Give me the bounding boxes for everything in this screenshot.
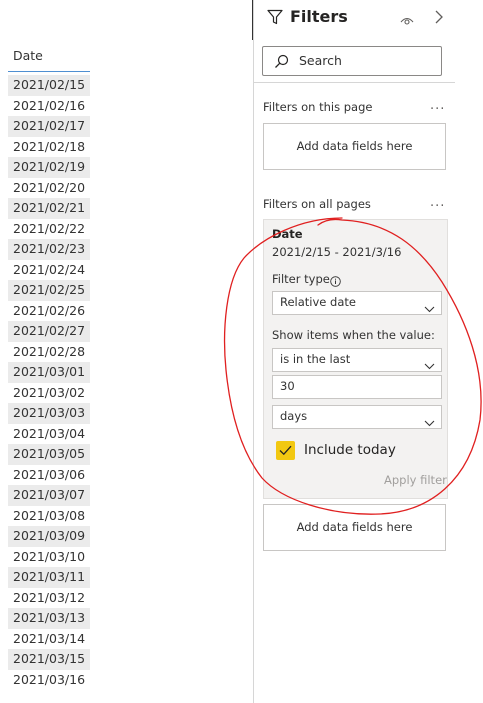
- table-row[interactable]: 2021/02/22: [8, 219, 90, 240]
- include-today-label[interactable]: Include today: [304, 442, 396, 458]
- table-row[interactable]: 2021/03/06: [8, 465, 90, 486]
- table-row[interactable]: 2021/02/17: [8, 116, 90, 137]
- table-row[interactable]: 2021/03/10: [8, 547, 90, 568]
- unit-value: days: [280, 409, 308, 423]
- filter-type-label: Filter type: [272, 272, 330, 286]
- apply-filter-button[interactable]: Apply filter: [384, 473, 447, 487]
- condition-dropdown[interactable]: is in the last: [272, 348, 442, 372]
- pane-separator: [254, 82, 455, 83]
- table-row[interactable]: 2021/03/16: [8, 670, 90, 691]
- table-row[interactable]: 2021/02/21: [8, 198, 90, 219]
- collapse-pane-icon[interactable]: [434, 9, 444, 29]
- condition-value: is in the last: [280, 352, 351, 366]
- more-options-all-pages[interactable]: ...: [430, 195, 445, 210]
- table-row[interactable]: 2021/03/15: [8, 649, 90, 670]
- search-input[interactable]: [299, 53, 429, 68]
- include-today-checkbox[interactable]: [276, 441, 295, 460]
- table-row[interactable]: 2021/03/04: [8, 424, 90, 445]
- table-row[interactable]: 2021/03/14: [8, 629, 90, 650]
- table-row[interactable]: 2021/03/11: [8, 567, 90, 588]
- filters-pane-header: Filters: [254, 0, 455, 36]
- table-row[interactable]: 2021/02/18: [8, 137, 90, 158]
- drop-zone-this-page[interactable]: Add data fields here: [263, 123, 446, 170]
- unit-dropdown[interactable]: days: [272, 405, 442, 429]
- search-icon: [274, 54, 289, 73]
- chevron-down-icon: [424, 298, 435, 317]
- table-row[interactable]: 2021/03/01: [8, 362, 90, 383]
- column-header-date[interactable]: Date: [13, 48, 43, 63]
- pane-title: Filters: [290, 7, 348, 26]
- table-row[interactable]: 2021/02/23: [8, 239, 90, 260]
- amount-input[interactable]: [280, 379, 430, 393]
- table-row[interactable]: 2021/02/27: [8, 321, 90, 342]
- table-row[interactable]: 2021/03/03: [8, 403, 90, 424]
- checkmark-icon: [279, 445, 292, 456]
- table-row[interactable]: 2021/03/09: [8, 526, 90, 547]
- table-row[interactable]: 2021/03/07: [8, 485, 90, 506]
- section-label-all-pages: Filters on all pages: [263, 197, 371, 211]
- show-items-label: Show items when the value:: [272, 328, 435, 342]
- table-row[interactable]: 2021/03/08: [8, 506, 90, 527]
- table-row[interactable]: 2021/03/13: [8, 608, 90, 629]
- header-underline: [8, 71, 90, 72]
- search-box[interactable]: [262, 46, 442, 76]
- table-row[interactable]: 2021/02/28: [8, 342, 90, 363]
- table-row[interactable]: 2021/03/05: [8, 444, 90, 465]
- chevron-down-icon: [424, 412, 435, 431]
- table-row[interactable]: 2021/03/02: [8, 383, 90, 404]
- table-rows: 2021/02/15 2021/02/16 2021/02/17 2021/02/18…: [8, 75, 90, 690]
- amount-field[interactable]: [272, 375, 442, 399]
- info-icon[interactable]: [330, 272, 341, 291]
- filter-card-title[interactable]: Date: [272, 227, 303, 241]
- table-row[interactable]: 2021/02/20: [8, 178, 90, 199]
- table-row[interactable]: 2021/02/24: [8, 260, 90, 281]
- filter-card-date: Date 2021/2/15 - 2021/3/16 Filter type R…: [263, 219, 448, 499]
- filter-type-value: Relative date: [280, 295, 356, 309]
- filter-card-range: 2021/2/15 - 2021/3/16: [272, 245, 402, 259]
- section-label-this-page: Filters on this page: [263, 100, 373, 114]
- table-row[interactable]: 2021/02/19: [8, 157, 90, 178]
- chevron-down-icon: [424, 355, 435, 374]
- table-row[interactable]: 2021/02/25: [8, 280, 90, 301]
- table-row[interactable]: 2021/03/12: [8, 588, 90, 609]
- more-options-this-page[interactable]: ...: [430, 98, 445, 113]
- table-row[interactable]: 2021/02/26: [8, 301, 90, 322]
- filters-pane: Filters Filters on this page ... Add dat…: [253, 0, 456, 703]
- table-row[interactable]: 2021/02/15: [8, 75, 90, 96]
- filter-icon: [267, 9, 283, 29]
- right-margin: [455, 0, 483, 703]
- eye-icon[interactable]: [400, 11, 414, 30]
- drop-zone-all-pages[interactable]: Add data fields here: [263, 504, 446, 551]
- filter-type-dropdown[interactable]: Relative date: [272, 291, 442, 315]
- table-row[interactable]: 2021/02/16: [8, 96, 90, 117]
